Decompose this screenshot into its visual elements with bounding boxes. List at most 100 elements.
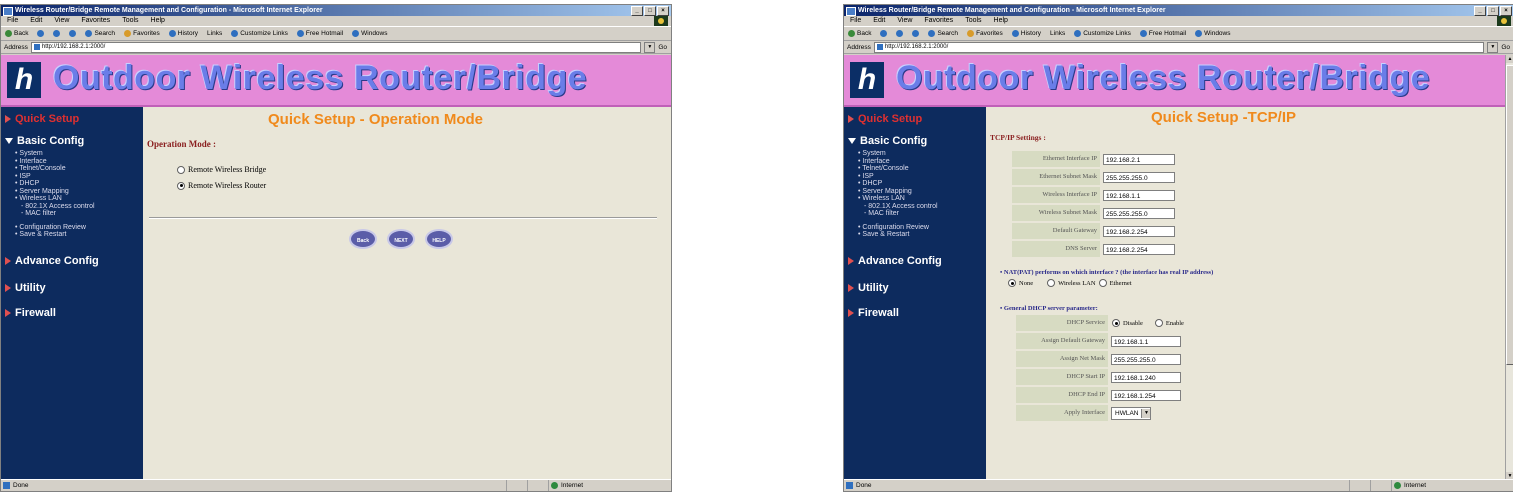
nav-utility[interactable]: Utility [848,282,889,294]
nav-utility[interactable]: Utility [5,282,46,294]
radio-nat-wireless[interactable] [1047,279,1056,287]
back-button[interactable]: Back [5,27,28,40]
nav-item-server-mapping[interactable]: Server Mapping [15,188,95,196]
back-button[interactable]: Back [848,27,871,40]
apply-interface-select[interactable]: HWLAN ▼ [1111,406,1152,420]
dns-server-input[interactable]: 192.168.2.254 [1103,243,1175,255]
windows-link[interactable]: Windows [1195,27,1231,40]
menu-view[interactable]: View [897,16,912,26]
scroll-up-arrow-icon[interactable]: ▲ [1506,55,1513,63]
radio-dhcp-enable[interactable] [1154,319,1163,327]
menu-file[interactable]: File [850,16,861,26]
nav-item-interface[interactable]: Interface [15,158,95,166]
address-input[interactable]: http://192.168.2.1:2000/ [30,41,642,53]
stop-button[interactable] [37,27,45,40]
radio-dhcp-disable[interactable] [1112,319,1120,327]
nav-advance-config[interactable]: Advance Config [848,255,942,267]
nav-basic-config[interactable]: Basic Config [848,135,927,147]
menu-help[interactable]: Help [151,16,165,26]
menu-favorites[interactable]: Favorites [924,16,953,26]
menu-favorites[interactable]: Favorites [81,16,110,26]
maximize-button[interactable]: □ [1487,6,1499,16]
nav-item-system[interactable]: System [15,150,95,158]
refresh-button[interactable] [53,27,61,40]
stop-button[interactable] [880,27,888,40]
menu-view[interactable]: View [54,16,69,26]
nav-item-save-restart[interactable]: Save & Restart [15,231,95,239]
dhcp-end-ip-input[interactable]: 192.168.1.254 [1111,389,1181,401]
windows-link[interactable]: Windows [352,27,388,40]
nav-item-wireless-lan[interactable]: Wireless LAN [858,195,938,203]
option-remote-wireless-bridge[interactable]: Remote Wireless Bridge [177,165,266,174]
nav-item-8021x[interactable]: 802.1X Access control [15,203,94,211]
nav-item-configuration-review[interactable]: Configuration Review [858,224,938,232]
nav-item-interface[interactable]: Interface [858,158,938,166]
search-button[interactable]: Search [85,27,115,40]
minimize-button[interactable]: _ [1474,6,1486,16]
menu-tools[interactable]: Tools [965,16,981,26]
nav-quick-setup[interactable]: Quick Setup [848,113,922,125]
history-button[interactable]: History [168,27,198,40]
dhcp-start-ip-input[interactable]: 192.168.1.240 [1111,371,1181,383]
nav-item-system[interactable]: System [858,150,938,158]
menu-edit[interactable]: Edit [873,16,885,26]
menu-file[interactable]: File [7,16,18,26]
nav-advance-config[interactable]: Advance Config [5,255,99,267]
nav-item-isp[interactable]: ISP [15,173,95,181]
address-dropdown-button[interactable]: ▼ [644,41,656,53]
nav-item-configuration-review[interactable]: Configuration Review [15,224,95,232]
nav-item-save-restart[interactable]: Save & Restart [858,231,938,239]
menu-edit[interactable]: Edit [30,16,42,26]
nav-item-wireless-lan[interactable]: Wireless LAN [15,195,95,203]
free-hotmail-link[interactable]: Free Hotmail [1139,27,1186,40]
customize-links[interactable]: Customize Links [231,27,288,40]
option-remote-wireless-router[interactable]: Remote Wireless Router [177,181,266,190]
home-button[interactable] [69,27,77,40]
refresh-button[interactable] [896,27,904,40]
ethernet-mask-input[interactable]: 255.255.255.0 [1103,171,1175,183]
close-button[interactable]: × [1500,6,1512,16]
default-gateway-input[interactable]: 192.168.2.254 [1103,225,1175,237]
address-dropdown-button[interactable]: ▼ [1487,41,1499,53]
close-button[interactable]: × [657,6,669,16]
links-label[interactable]: Links [1050,27,1065,40]
customize-links[interactable]: Customize Links [1074,27,1131,40]
nav-item-telnet-console[interactable]: Telnet/Console [15,165,95,173]
ethernet-ip-input[interactable]: 192.168.2.1 [1103,153,1175,165]
nav-item-mac-filter[interactable]: MAC filter [15,210,95,218]
radio-router[interactable] [177,181,185,190]
maximize-button[interactable]: □ [644,6,656,16]
address-input[interactable]: http://192.168.2.1:2000/ [873,41,1485,53]
go-button[interactable]: Go [1501,44,1513,51]
wireless-mask-input[interactable]: 255.255.255.0 [1103,207,1175,219]
nav-firewall[interactable]: Firewall [5,307,56,319]
radio-bridge[interactable] [177,165,185,174]
nav-firewall[interactable]: Firewall [848,307,899,319]
nav-item-server-mapping[interactable]: Server Mapping [858,188,938,196]
go-button[interactable]: Go [658,44,671,51]
nav-basic-config[interactable]: Basic Config [5,135,84,147]
nav-item-mac-filter[interactable]: MAC filter [858,210,938,218]
history-button[interactable]: History [1011,27,1041,40]
nav-item-isp[interactable]: ISP [858,173,938,181]
search-button[interactable]: Search [928,27,958,40]
scroll-thumb[interactable] [1506,65,1513,365]
assign-gateway-input[interactable]: 192.168.1.1 [1111,335,1181,347]
help-button[interactable]: HELP [425,229,453,249]
nav-item-8021x[interactable]: 802.1X Access control [858,203,937,211]
nav-quick-setup[interactable]: Quick Setup [5,113,79,125]
assign-netmask-input[interactable]: 255.255.255.0 [1111,353,1181,365]
wireless-ip-input[interactable]: 192.168.1.1 [1103,189,1175,201]
next-button[interactable]: NEXT [387,229,415,249]
menu-help[interactable]: Help [994,16,1008,26]
vertical-scrollbar[interactable]: ▲ ▼ [1505,55,1513,480]
home-button[interactable] [912,27,920,40]
free-hotmail-link[interactable]: Free Hotmail [296,27,343,40]
favorites-button[interactable]: Favorites [967,27,1003,40]
back-button-page[interactable]: Back [349,229,377,249]
nav-item-dhcp[interactable]: DHCP [858,180,938,188]
nav-item-dhcp[interactable]: DHCP [15,180,95,188]
nav-item-telnet-console[interactable]: Telnet/Console [858,165,938,173]
minimize-button[interactable]: _ [631,6,643,16]
radio-nat-none[interactable] [1008,279,1016,287]
